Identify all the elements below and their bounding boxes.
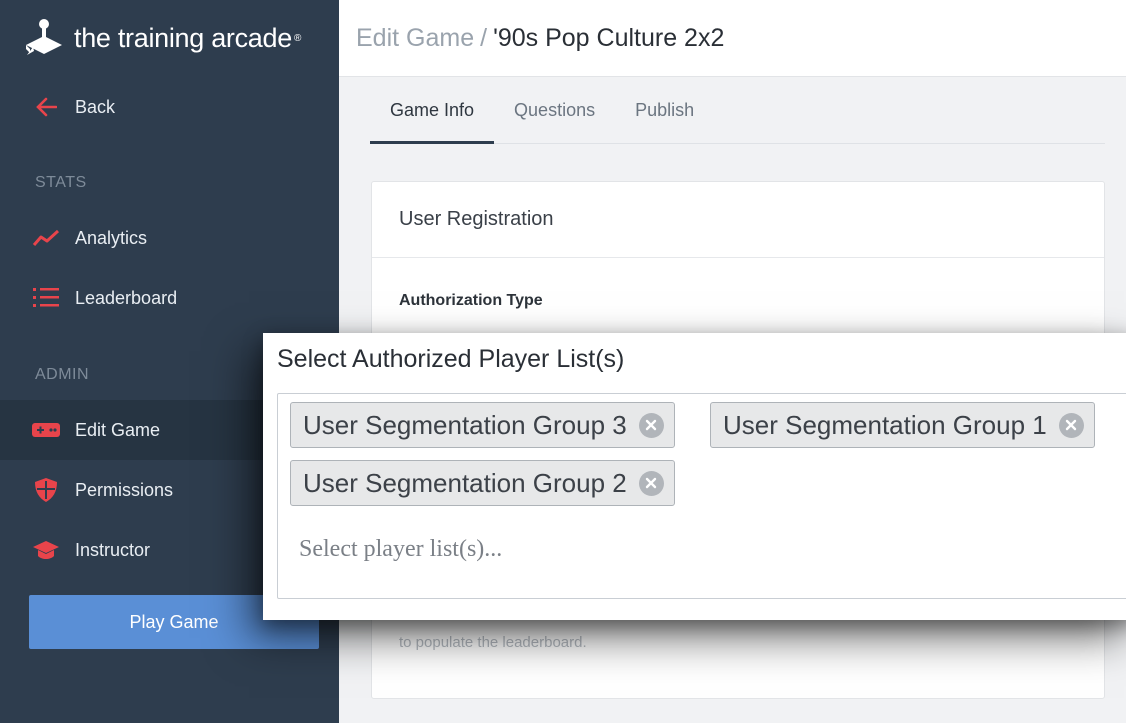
player-list-select-panel: Select Authorized Player List(s) User Se… (263, 333, 1126, 620)
sidebar-item-analytics[interactable]: Analytics (0, 208, 339, 268)
sidebar-item-label: Analytics (75, 227, 148, 248)
back-link[interactable]: Back (0, 77, 339, 137)
sidebar-item-label: Leaderboard (75, 287, 178, 308)
breadcrumb-separator: / (480, 23, 488, 52)
chip-label: User Segmentation Group 3 (303, 409, 627, 440)
stats-section-label: STATS (35, 174, 87, 191)
tab-game-info[interactable]: Game Info (370, 100, 495, 144)
brand-logo[interactable]: the training arcade ® (0, 0, 339, 77)
selected-chip: User Segmentation Group 2 (290, 460, 675, 506)
selected-chip: User Segmentation Group 3 (290, 402, 675, 448)
sidebar-item-label: Instructor (75, 539, 151, 560)
sidebar-item-label: Edit Game (75, 419, 161, 440)
remove-chip-icon[interactable] (638, 470, 664, 496)
remove-chip-icon[interactable] (1058, 412, 1084, 438)
analytics-icon (32, 227, 60, 249)
tab-questions[interactable]: Questions (494, 100, 615, 143)
brand-name: the training arcade (74, 23, 292, 53)
page-header: Edit Game / '90s Pop Culture 2x2 (339, 0, 1126, 77)
page-title: '90s Pop Culture 2x2 (493, 23, 725, 52)
sidebar-item-leaderboard[interactable]: Leaderboard (0, 268, 339, 328)
tab-bar: Game Info Questions Publish (370, 77, 1105, 144)
chip-label: User Segmentation Group 1 (723, 409, 1047, 440)
authorization-type-label: Authorization Type (399, 292, 543, 309)
trademark-mark: ® (293, 33, 302, 44)
breadcrumb-edit-game[interactable]: Edit Game (356, 24, 474, 53)
tab-publish[interactable]: Publish (615, 100, 714, 143)
admin-section-label: ADMIN (35, 366, 90, 383)
arcade-logo-icon (26, 18, 62, 55)
card-title: User Registration (399, 208, 554, 230)
shield-icon (32, 478, 60, 502)
graduation-cap-icon (32, 539, 60, 561)
leaderboard-help-text: to populate the leaderboard. (399, 634, 587, 651)
remove-chip-icon[interactable] (638, 412, 664, 438)
arrow-left-icon (32, 96, 60, 118)
gamepad-icon (32, 419, 60, 441)
selected-chip: User Segmentation Group 1 (710, 402, 1095, 448)
player-list-label: Select Authorized Player List(s) (277, 345, 625, 373)
card-divider (372, 257, 1104, 258)
back-label: Back (75, 96, 116, 117)
chip-label: User Segmentation Group 2 (303, 467, 627, 498)
leaderboard-icon (32, 287, 60, 309)
player-list-multiselect[interactable]: User Segmentation Group 3 User Segmentat… (277, 393, 1126, 599)
select-placeholder[interactable]: Select player list(s)... (299, 536, 502, 563)
sidebar-item-label: Permissions (75, 479, 174, 500)
